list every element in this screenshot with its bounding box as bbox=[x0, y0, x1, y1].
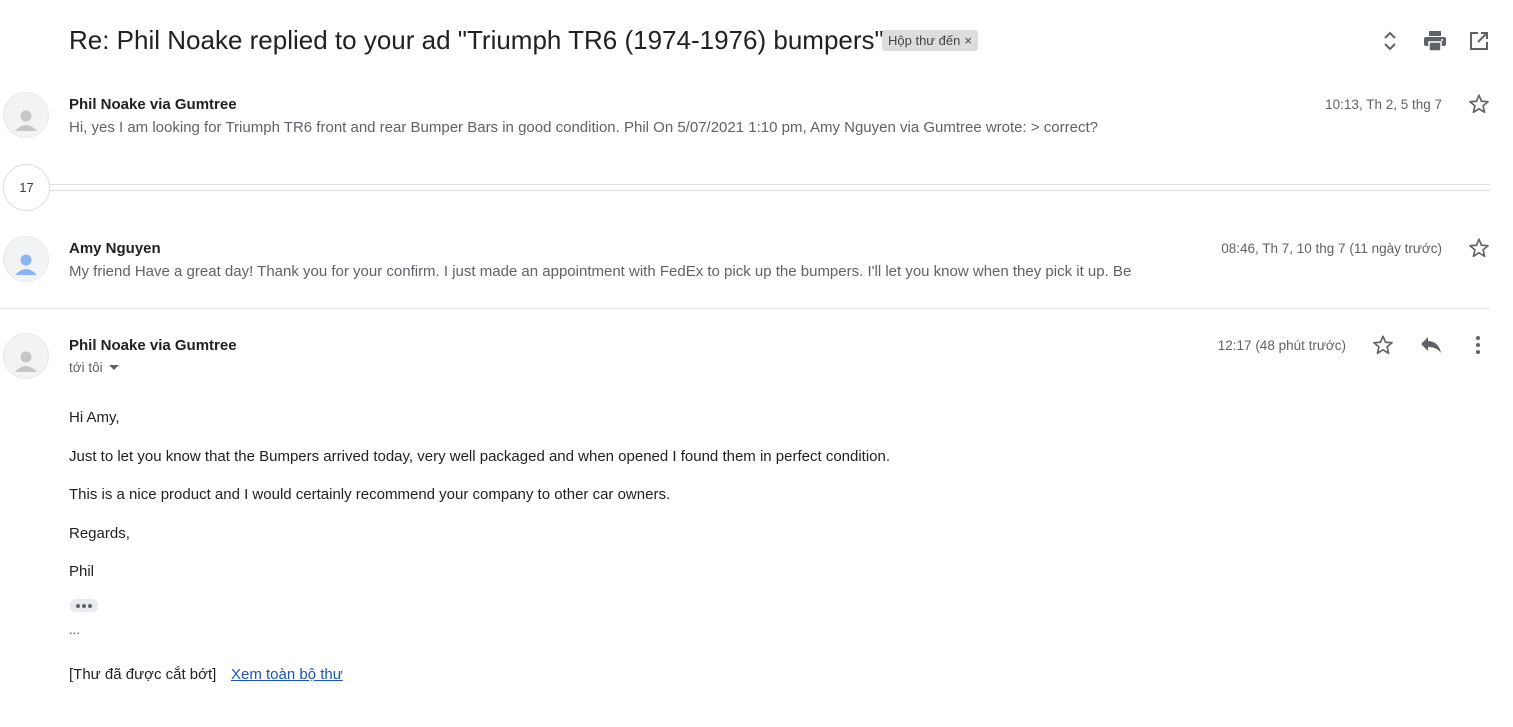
trimmed-message-notice: [Thư đã được cắt bớt] bbox=[69, 666, 217, 683]
message-time: 08:46, Th 7, 10 thg 7 (11 ngày trước) bbox=[1221, 241, 1442, 256]
sender-name: Phil Noake via Gumtree bbox=[69, 96, 237, 113]
star-icon[interactable] bbox=[1467, 236, 1491, 260]
message-time: 10:13, Th 2, 5 thg 7 bbox=[1325, 97, 1442, 112]
print-icon[interactable] bbox=[1422, 28, 1448, 54]
recipient-label: tới tôi bbox=[69, 360, 103, 375]
body-greeting: Hi Amy, bbox=[69, 409, 120, 426]
message-time: 12:17 (48 phút trước) bbox=[1217, 338, 1346, 353]
quoted-text-ellipsis: ... bbox=[69, 622, 80, 637]
collapsed-divider-bottom bbox=[50, 190, 1490, 191]
open-in-new-window-icon[interactable] bbox=[1466, 28, 1492, 54]
chevron-down-icon bbox=[108, 364, 119, 370]
remove-label-icon[interactable]: × bbox=[964, 30, 972, 51]
body-paragraph: This is a nice product and I would certa… bbox=[69, 486, 671, 503]
more-options-icon[interactable] bbox=[1466, 333, 1490, 357]
thread-subject: Re: Phil Noake replied to your ad "Trium… bbox=[69, 25, 884, 55]
sender-name[interactable]: Phil Noake via Gumtree bbox=[69, 337, 237, 354]
thread-header: Re: Phil Noake replied to your ad "Trium… bbox=[0, 0, 1513, 82]
avatar bbox=[3, 333, 49, 379]
collapsed-messages-count[interactable]: 17 bbox=[3, 164, 50, 211]
message-snippet: My friend Have a great day! Thank you fo… bbox=[69, 263, 1132, 280]
reply-icon[interactable] bbox=[1419, 333, 1443, 357]
avatar bbox=[3, 92, 49, 138]
body-closing: Regards, bbox=[69, 525, 130, 542]
message-divider bbox=[0, 308, 1490, 309]
view-entire-message-link[interactable]: Xem toàn bộ thư bbox=[231, 666, 343, 683]
avatar bbox=[3, 236, 49, 282]
body-signature: Phil bbox=[69, 563, 95, 580]
message-snippet: Hi, yes I am looking for Triumph TR6 fro… bbox=[69, 119, 1098, 136]
sender-name: Amy Nguyen bbox=[69, 240, 161, 257]
body-paragraph: Just to let you know that the Bumpers ar… bbox=[69, 448, 891, 465]
star-icon[interactable] bbox=[1371, 333, 1395, 357]
star-icon[interactable] bbox=[1467, 92, 1491, 116]
show-trimmed-content-button[interactable] bbox=[70, 599, 98, 612]
expand-collapse-icon[interactable] bbox=[1377, 28, 1403, 54]
collapsed-divider-top bbox=[50, 184, 1490, 185]
inbox-label-text: Hộp thư đến bbox=[888, 33, 961, 48]
recipient-details-toggle[interactable]: tới tôi bbox=[69, 360, 119, 375]
inbox-label-chip[interactable]: Hộp thư đến × bbox=[882, 30, 978, 51]
